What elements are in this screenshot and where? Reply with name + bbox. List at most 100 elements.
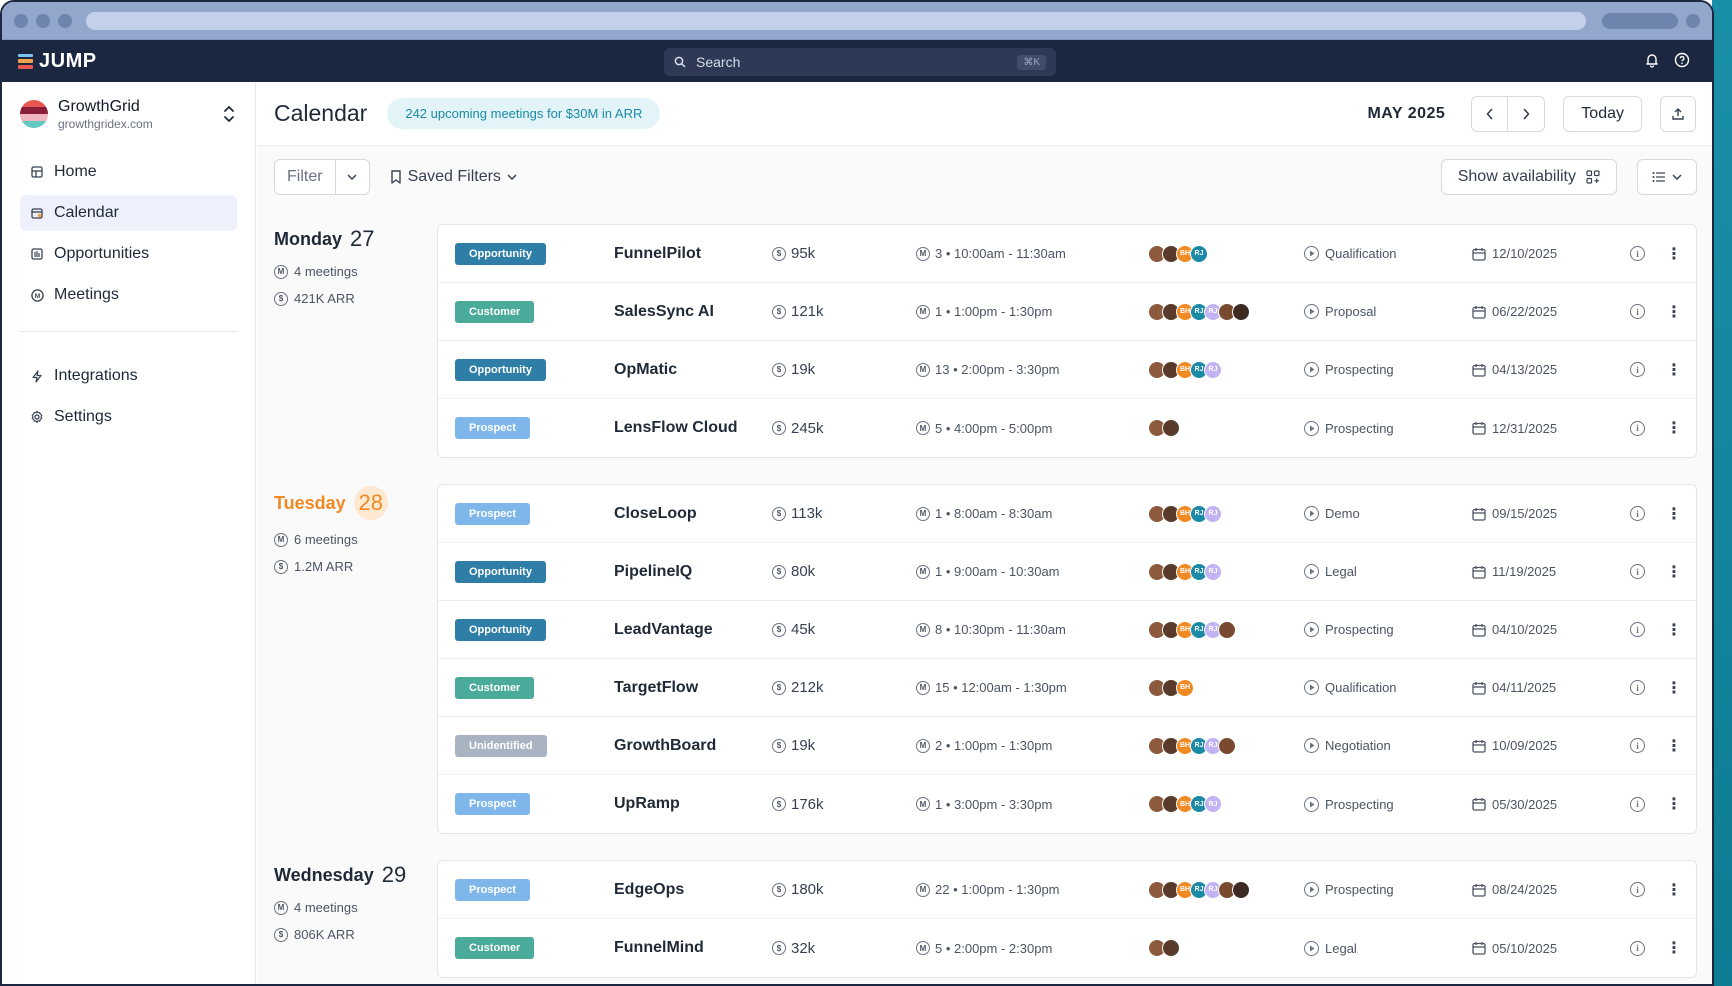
info-icon[interactable]: i — [1630, 564, 1645, 579]
meeting-row[interactable]: Prospect EdgeOps $ 180k M 22 • 1:00pm - … — [438, 861, 1696, 919]
info-icon[interactable]: i — [1630, 506, 1645, 521]
more-options-icon[interactable]: ⋮ — [1666, 360, 1682, 380]
sidebar-item-integrations[interactable]: Integrations — [20, 358, 237, 394]
attendee-avatar[interactable]: RJ — [1204, 795, 1222, 813]
avatar-initials: RJ — [1194, 308, 1204, 315]
meeting-row[interactable]: Opportunity OpMatic $ 19k M 13 • 2:00pm … — [438, 341, 1696, 399]
attendee-avatar[interactable]: RJ — [1204, 562, 1222, 581]
bell-icon[interactable] — [1644, 52, 1660, 68]
arr-value: $ 32k — [772, 940, 815, 957]
meeting-time: M 1 • 9:00am - 10:30am — [916, 564, 1060, 579]
info-icon[interactable]: i — [1630, 362, 1645, 377]
sidebar-item-opportunities[interactable]: Opportunities — [20, 236, 237, 272]
more-options-icon[interactable]: ⋮ — [1666, 938, 1682, 958]
sidebar-item-calendar[interactable]: Calendar — [20, 195, 237, 231]
attendee-avatar[interactable]: RJ — [1204, 360, 1222, 379]
meeting-row[interactable]: Unidentified GrowthBoard $ 19k M 2 • 1:0… — [438, 717, 1696, 775]
more-options-icon[interactable]: ⋮ — [1666, 418, 1682, 438]
window-maximize-dot[interactable] — [58, 13, 72, 28]
more-options-icon[interactable]: ⋮ — [1666, 678, 1682, 698]
more-options-icon[interactable]: ⋮ — [1666, 302, 1682, 322]
company-name[interactable]: EdgeOps — [614, 881, 684, 899]
show-availability-button[interactable]: Show availability — [1440, 159, 1617, 195]
window-close-dot[interactable] — [14, 13, 28, 28]
info-icon[interactable]: i — [1630, 796, 1645, 812]
play-circle-icon — [1304, 882, 1319, 897]
more-options-icon[interactable]: ⋮ — [1666, 562, 1682, 582]
sidebar-item-meetings[interactable]: M Meetings — [20, 277, 237, 313]
deal-stage: Proposal — [1304, 304, 1376, 319]
company-name[interactable]: SalesSync AI — [614, 303, 714, 321]
info-icon[interactable]: i — [1630, 304, 1645, 319]
company-name[interactable]: GrowthBoard — [614, 737, 716, 755]
company-name[interactable]: FunnelPilot — [614, 245, 701, 263]
meeting-row[interactable]: Prospect LensFlow Cloud $ 245k M 5 • 4:0… — [438, 399, 1696, 457]
info-icon[interactable]: i — [1630, 680, 1645, 695]
info-icon[interactable]: i — [1630, 246, 1645, 261]
company-name[interactable]: OpMatic — [614, 361, 677, 379]
attendee-avatar[interactable] — [1162, 419, 1180, 437]
today-button[interactable]: Today — [1563, 95, 1642, 132]
meetings-icon: M — [916, 421, 930, 435]
attendee-avatar[interactable] — [1218, 620, 1236, 639]
company-name[interactable]: LensFlow Cloud — [614, 419, 738, 437]
arr-value: $ 19k — [772, 737, 815, 754]
filter-button[interactable]: Filter — [274, 159, 370, 195]
meeting-row[interactable]: Customer SalesSync AI $ 121k M 1 • 1:00p… — [438, 283, 1696, 341]
calendar-list: Monday 27 M 4 meetings $ 421K ARR Opport… — [257, 208, 1712, 984]
search-input[interactable]: Search ⌘K — [664, 48, 1056, 76]
previous-month-button[interactable] — [1472, 96, 1509, 131]
sidebar-item-home[interactable]: Home — [20, 154, 237, 190]
attendee-avatar[interactable] — [1232, 302, 1250, 321]
more-options-icon[interactable]: ⋮ — [1666, 620, 1682, 640]
meeting-row[interactable]: Prospect UpRamp $ 176k M 1 • 3:00pm - 3:… — [438, 775, 1696, 833]
more-options-icon[interactable]: ⋮ — [1666, 504, 1682, 524]
more-options-icon[interactable]: ⋮ — [1666, 794, 1682, 814]
attendee-avatar[interactable]: RJ — [1204, 504, 1222, 523]
more-options-icon[interactable]: ⋮ — [1666, 244, 1682, 264]
attendee-avatar[interactable]: BH — [1176, 678, 1194, 697]
meetings-card: Opportunity FunnelPilot $ 95k M 3 • 10:0… — [437, 224, 1697, 458]
chevron-up-down-icon[interactable] — [221, 104, 237, 124]
avatar-initials: RJ — [1208, 626, 1218, 633]
company-name[interactable]: FunnelMind — [614, 939, 704, 957]
attendee-avatar[interactable] — [1218, 736, 1236, 755]
company-name[interactable]: PipelineIQ — [614, 563, 692, 581]
company-name[interactable]: TargetFlow — [614, 679, 698, 697]
info-icon[interactable]: i — [1630, 622, 1645, 637]
app-logo[interactable]: JUMP — [18, 50, 97, 73]
attendee-avatar[interactable]: RJ — [1190, 244, 1208, 263]
view-toggle-button[interactable] — [1637, 159, 1697, 195]
window-minimize-dot[interactable] — [36, 13, 50, 28]
meeting-row[interactable]: Customer TargetFlow $ 212k M 15 • 12:00a… — [438, 659, 1696, 717]
saved-filters-button[interactable]: Saved Filters — [390, 168, 517, 186]
meeting-row[interactable]: Customer FunnelMind $ 32k M 5 • 2:00pm -… — [438, 919, 1696, 977]
attendee-avatar[interactable] — [1162, 939, 1180, 957]
company-name[interactable]: UpRamp — [614, 795, 680, 813]
company-name[interactable]: LeadVantage — [614, 621, 713, 639]
chevron-down-icon[interactable] — [334, 160, 369, 194]
arr-value: $ 212k — [772, 679, 824, 696]
info-icon[interactable]: i — [1630, 882, 1645, 897]
company-name[interactable]: CloseLoop — [614, 505, 697, 523]
next-month-button[interactable] — [1508, 97, 1544, 131]
attendee-avatar[interactable] — [1232, 880, 1250, 899]
browser-extension-pill[interactable] — [1602, 12, 1678, 29]
export-button[interactable] — [1660, 95, 1696, 132]
url-bar[interactable] — [86, 11, 1586, 30]
sidebar-item-settings[interactable]: Settings — [20, 399, 237, 435]
meeting-row[interactable]: Opportunity FunnelPilot $ 95k M 3 • 10:0… — [438, 225, 1696, 283]
meeting-row[interactable]: Prospect CloseLoop $ 113k M 1 • 8:00am -… — [438, 485, 1696, 543]
meeting-row[interactable]: Opportunity LeadVantage $ 45k M 8 • 10:3… — [438, 601, 1696, 659]
play-circle-icon — [1304, 738, 1319, 753]
info-icon[interactable]: i — [1630, 420, 1645, 436]
more-options-icon[interactable]: ⋮ — [1666, 736, 1682, 756]
workspace-switcher[interactable]: GrowthGrid growthgridex.com — [2, 82, 255, 146]
meeting-row[interactable]: Opportunity PipelineIQ $ 80k M 1 • 9:00a… — [438, 543, 1696, 601]
avatar-initials: BH — [1179, 742, 1191, 749]
more-options-icon[interactable]: ⋮ — [1666, 880, 1682, 900]
info-icon[interactable]: i — [1630, 738, 1645, 753]
browser-menu-dot[interactable] — [1686, 13, 1700, 28]
help-icon[interactable] — [1674, 52, 1690, 68]
info-icon[interactable]: i — [1630, 940, 1645, 956]
